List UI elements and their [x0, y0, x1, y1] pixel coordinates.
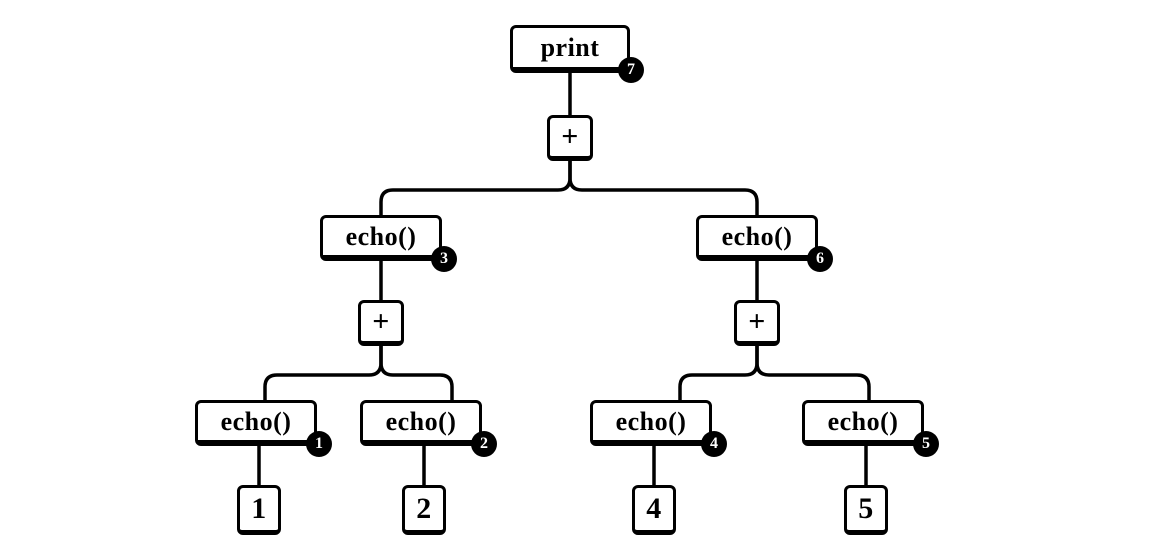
node-label: echo(): [616, 407, 687, 437]
node-echo-5: echo(): [802, 400, 924, 446]
node-echo-4: echo(): [590, 400, 712, 446]
node-label: echo(): [221, 407, 292, 437]
node-label: 2: [416, 492, 432, 526]
node-plus-left: +: [358, 300, 404, 346]
eval-order-badge: 3: [431, 246, 457, 272]
node-label: +: [372, 307, 390, 337]
node-label: 1: [251, 492, 267, 526]
node-echo-1: echo(): [195, 400, 317, 446]
node-echo-left: echo(): [320, 215, 442, 261]
eval-order-badge: 4: [701, 431, 727, 457]
node-label: echo(): [722, 222, 793, 252]
node-plus-right: +: [734, 300, 780, 346]
node-literal-4: 4: [632, 485, 676, 535]
eval-order-badge: 7: [618, 57, 644, 83]
node-literal-1: 1: [237, 485, 281, 535]
node-label: print: [541, 33, 600, 63]
node-label: echo(): [828, 407, 899, 437]
node-echo-right: echo(): [696, 215, 818, 261]
eval-order-badge: 1: [306, 431, 332, 457]
node-literal-2: 2: [402, 485, 446, 535]
node-label: echo(): [386, 407, 457, 437]
expression-tree-diagram: { "diagram": { "type": "expression-tree"…: [0, 0, 1152, 546]
eval-order-badge: 5: [913, 431, 939, 457]
node-print-root: print: [510, 25, 630, 73]
node-echo-2: echo(): [360, 400, 482, 446]
node-literal-5: 5: [844, 485, 888, 535]
node-plus-top: +: [547, 115, 593, 161]
eval-order-badge: 6: [807, 246, 833, 272]
eval-order-badge: 2: [471, 431, 497, 457]
node-label: +: [561, 122, 579, 152]
tree-edges: [0, 0, 1152, 546]
node-label: 4: [646, 492, 662, 526]
node-label: echo(): [346, 222, 417, 252]
node-label: 5: [858, 492, 874, 526]
node-label: +: [748, 307, 766, 337]
